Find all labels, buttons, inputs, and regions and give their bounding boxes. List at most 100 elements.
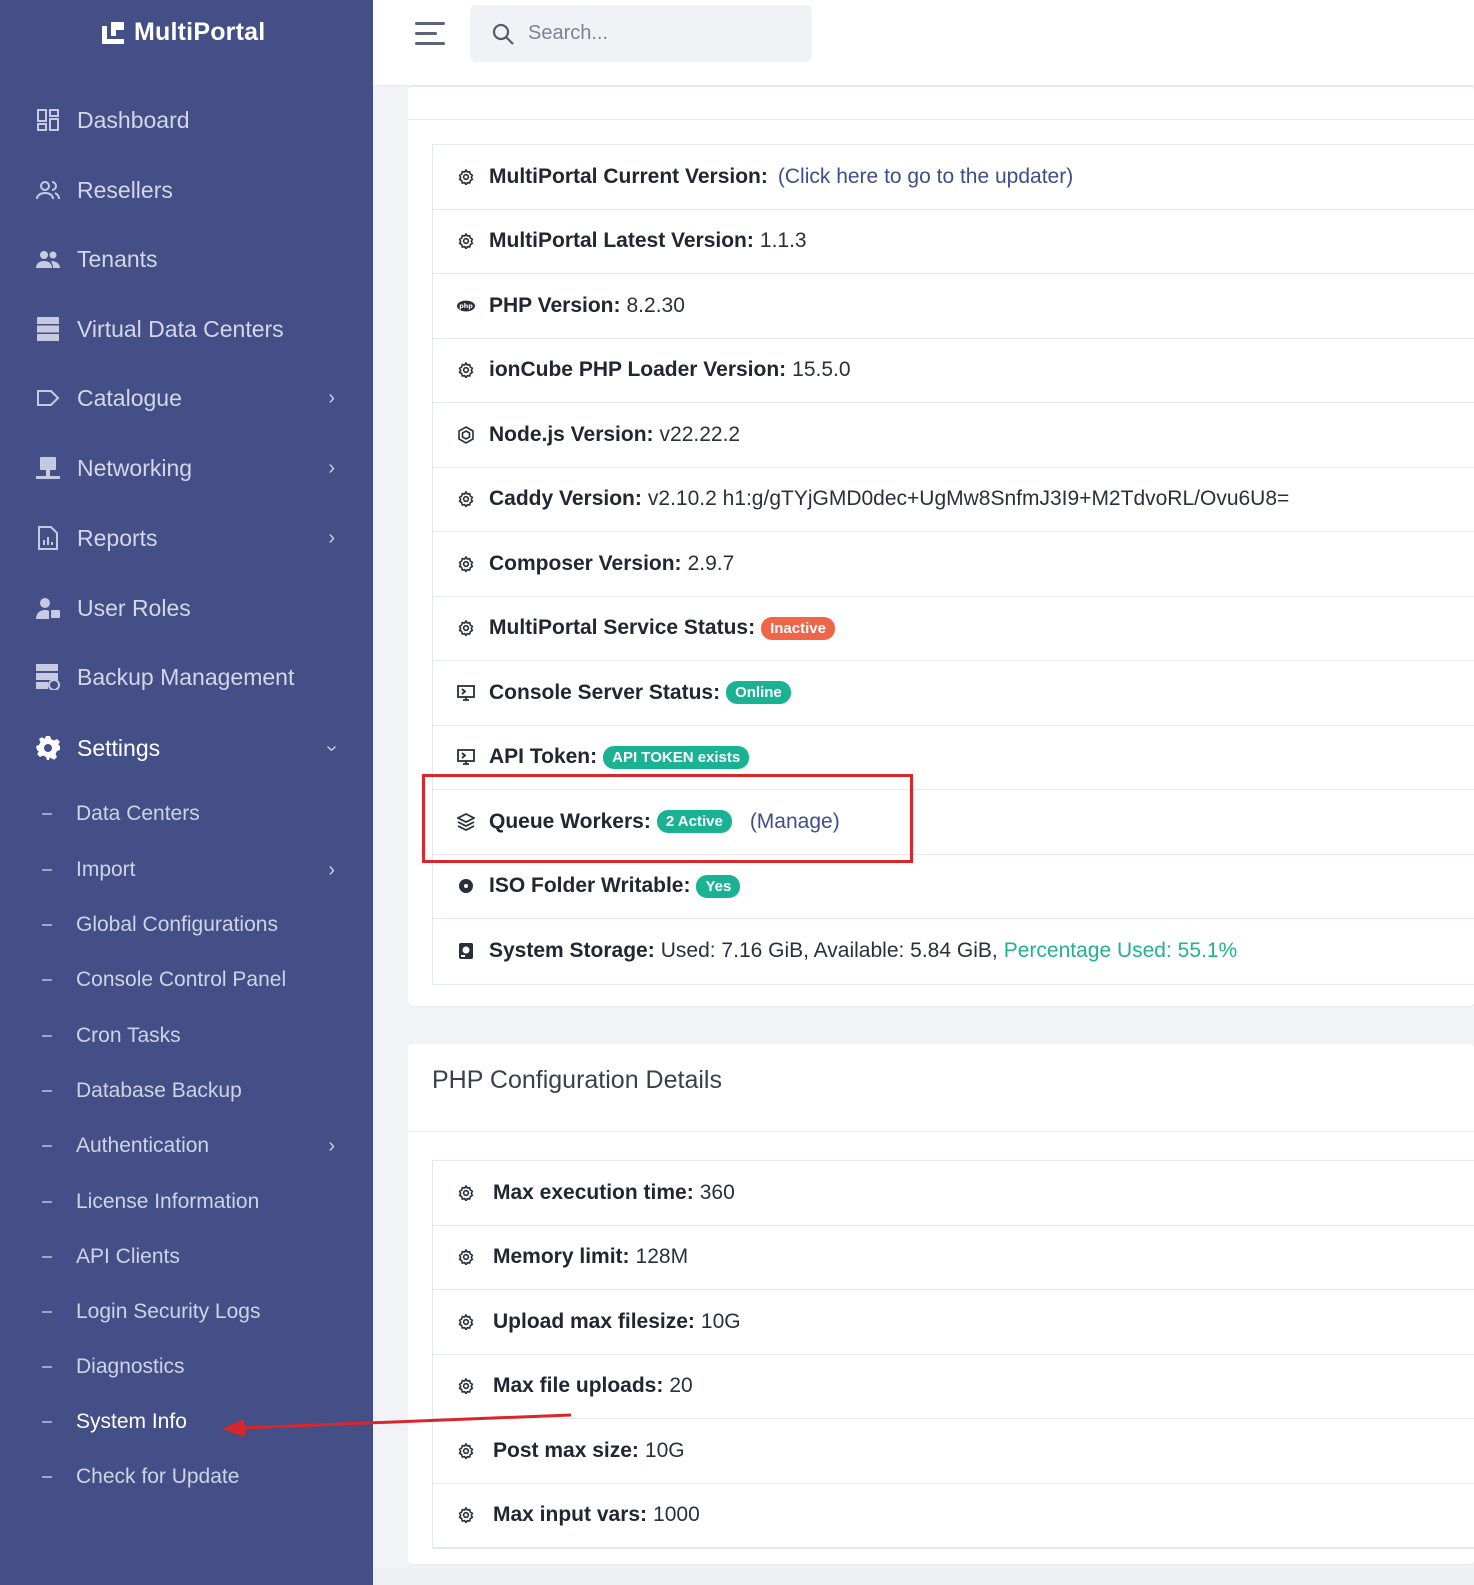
row-value: v22.22.2: [659, 422, 741, 446]
sidebar-item-networking[interactable]: Networking ›: [0, 438, 373, 498]
sidebar-subitem-api-clients[interactable]: API Clients: [0, 1235, 373, 1279]
dash-icon: [42, 1035, 52, 1037]
brand[interactable]: MultiPortal: [100, 18, 265, 47]
sidebar-subitem-system-info[interactable]: System Info: [0, 1400, 373, 1444]
row-label: Max execution time:: [493, 1180, 694, 1204]
list-item: Max file uploads: 20: [433, 1355, 1474, 1419]
sidebar-subitem-label: Authentication: [76, 1134, 210, 1157]
sidebar-item-settings[interactable]: Settings ›: [0, 718, 373, 778]
row-label: Max file uploads:: [493, 1374, 664, 1398]
row-value: 20: [669, 1374, 693, 1398]
sidebar-subitem-label: Login Security Logs: [76, 1300, 261, 1323]
chevron-down-icon: ›: [321, 744, 344, 752]
sidebar-subitem-diagnostics[interactable]: Diagnostics: [0, 1345, 373, 1389]
footer-strip: [373, 1568, 1474, 1585]
sidebar-subitem-label: API Clients: [76, 1245, 180, 1268]
row-label: ISO Folder Writable:: [489, 874, 691, 898]
sidebar-subitem-import[interactable]: Import ›: [0, 848, 373, 892]
sidebar-subitem-label: System Info: [76, 1410, 187, 1433]
row-value: Used: 7.16 GiB, Available: 5.84 GiB,: [660, 939, 998, 963]
tenants-icon: [35, 246, 61, 272]
search-input[interactable]: [528, 22, 798, 45]
sidebar-item-label: Dashboard: [77, 106, 190, 133]
report-icon: [35, 525, 61, 551]
updater-link[interactable]: (Click here to go to the updater): [778, 165, 1073, 189]
chevron-right-icon: ›: [328, 858, 335, 881]
gear-icon: [457, 555, 475, 573]
sidebar-subitem-label: Global Configurations: [76, 913, 278, 936]
sidebar-item-label: User Roles: [77, 594, 191, 621]
dash-icon: [42, 924, 52, 926]
gear-icon: [457, 1377, 475, 1395]
status-badge: Yes: [696, 874, 741, 898]
tag-icon: [35, 385, 61, 411]
gear-icon: [457, 490, 475, 508]
brand-name: MultiPortal: [134, 18, 266, 46]
sidebar-subitem-cron-tasks[interactable]: Cron Tasks: [0, 1014, 373, 1058]
percentage-used: Percentage Used: 55.1%: [1003, 939, 1238, 963]
php-config-list: Max execution time: 360 Memory limit: 12…: [432, 1160, 1474, 1549]
sidebar-subitem-database-backup[interactable]: Database Backup: [0, 1069, 373, 1113]
row-label: Console Server Status:: [489, 680, 721, 704]
php-config-card: PHP Configuration Details Max execution …: [408, 1044, 1474, 1564]
sidebar-subitem-label: License Information: [76, 1190, 260, 1213]
row-label: PHP Version:: [489, 293, 621, 317]
row-label: MultiPortal Current Version:: [489, 164, 768, 188]
list-item: php PHP Version: 8.2.30: [433, 274, 1474, 339]
list-item: ISO Folder Writable: Yes: [433, 855, 1474, 919]
sidebar-subitem-login-security-logs[interactable]: Login Security Logs: [0, 1290, 373, 1334]
list-item: MultiPortal Latest Version: 1.1.3: [433, 210, 1474, 274]
sidebar-subitem-check-for-update[interactable]: Check for Update: [0, 1455, 373, 1499]
menu-toggle-icon[interactable]: [415, 22, 445, 46]
sidebar-item-virtual-data-centers[interactable]: Virtual Data Centers: [0, 299, 373, 359]
list-item: Max execution time: 360: [433, 1161, 1474, 1226]
sidebar-subitem-license-information[interactable]: License Information: [0, 1180, 373, 1224]
sidebar-item-user-roles[interactable]: User Roles: [0, 578, 373, 638]
resellers-icon: [35, 177, 61, 203]
list-item: MultiPortal Service Status: Inactive: [433, 597, 1474, 661]
gear-icon: [35, 735, 61, 761]
search-box[interactable]: [470, 5, 812, 62]
sidebar-item-label: Tenants: [77, 245, 158, 272]
sidebar-item-dashboard[interactable]: Dashboard: [0, 90, 373, 150]
status-badge: API TOKEN exists: [603, 745, 750, 769]
row-label: Composer Version:: [489, 551, 682, 575]
divider: [408, 1131, 1474, 1132]
sidebar-item-catalogue[interactable]: Catalogue ›: [0, 368, 373, 428]
console-icon: [457, 748, 475, 766]
network-icon: [35, 455, 61, 481]
sidebar-item-reports[interactable]: Reports ›: [0, 508, 373, 568]
list-item: Node.js Version: v22.22.2: [433, 403, 1474, 468]
row-value: 1.1.3: [759, 229, 807, 253]
row-label: Max input vars:: [493, 1503, 648, 1527]
sidebar-subitem-authentication[interactable]: Authentication ›: [0, 1124, 373, 1168]
server-icon: [35, 316, 61, 342]
sidebar-subitem-label: Cron Tasks: [76, 1024, 181, 1047]
gear-icon: [457, 1248, 475, 1266]
gear-icon: [457, 1184, 475, 1202]
row-label: MultiPortal Service Status:: [489, 616, 756, 640]
console-icon: [457, 684, 475, 702]
row-label: Upload max filesize:: [493, 1309, 695, 1333]
sidebar-item-tenants[interactable]: Tenants: [0, 229, 373, 289]
list-item: Upload max filesize: 10G: [433, 1290, 1474, 1355]
dash-icon: [42, 1090, 52, 1092]
sidebar-subitem-global-configurations[interactable]: Global Configurations: [0, 903, 373, 947]
gear-icon: [457, 1313, 475, 1331]
backup-icon: [35, 664, 61, 690]
dash-icon: [42, 1311, 52, 1313]
search-icon: [492, 23, 514, 45]
list-item: MultiPortal Current Version: (Click here…: [433, 145, 1474, 210]
sidebar-subitem-data-centers[interactable]: Data Centers: [0, 792, 373, 836]
sidebar-item-backup-management[interactable]: Backup Management: [0, 647, 373, 707]
gear-icon: [457, 619, 475, 637]
sidebar-subitem-console-control-panel[interactable]: Console Control Panel: [0, 958, 373, 1002]
row-value: 10G: [700, 1309, 741, 1333]
gear-icon: [457, 361, 475, 379]
chevron-right-icon: ›: [328, 526, 335, 549]
sidebar-item-resellers[interactable]: Resellers: [0, 160, 373, 220]
sidebar: MultiPortal Dashboard Resellers Tenants …: [0, 0, 373, 1585]
dash-icon: [42, 1421, 52, 1423]
sidebar-item-label: Catalogue: [77, 384, 182, 411]
list-item: Max input vars: 1000: [433, 1484, 1474, 1548]
